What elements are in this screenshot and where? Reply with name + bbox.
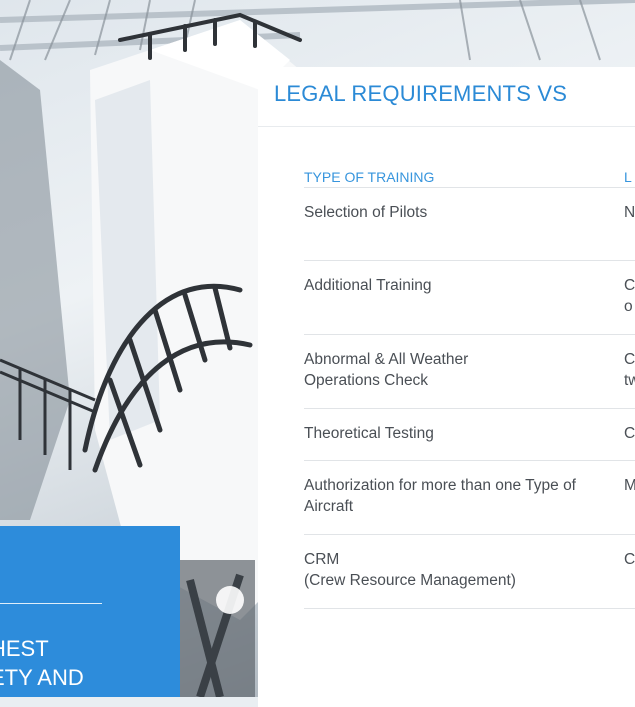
card-divider bbox=[0, 603, 102, 604]
row-value: C tw bbox=[624, 351, 635, 389]
table-row: Abnormal & All Weather Operations Check … bbox=[304, 335, 635, 409]
divider bbox=[258, 126, 635, 127]
row-value: N bbox=[624, 204, 635, 221]
column-header-type: TYPE OF TRAINING bbox=[304, 169, 435, 185]
row-type: Authorization for more than one Type of … bbox=[304, 477, 576, 515]
table-row: Selection of Pilots N bbox=[304, 188, 635, 261]
row-value: C o bbox=[624, 277, 635, 315]
table-row: Authorization for more than one Type of … bbox=[304, 461, 635, 535]
row-type: Theoretical Testing bbox=[304, 425, 434, 442]
table-row: CRM (Crew Resource Management) C bbox=[304, 535, 635, 609]
row-type: Selection of Pilots bbox=[304, 204, 428, 221]
row-value: C bbox=[624, 425, 635, 442]
row-value: C bbox=[624, 551, 635, 568]
table-row: Additional Training C o bbox=[304, 261, 635, 335]
legal-requirements-panel: LEGAL REQUIREMENTS VS TYPE OF TRAINING L… bbox=[258, 67, 635, 707]
table-row: Theoretical Testing C bbox=[304, 409, 635, 461]
row-type: Additional Training bbox=[304, 277, 432, 294]
card-text: HEST ETY AND bbox=[0, 636, 84, 690]
column-header-legal: L bbox=[624, 169, 632, 185]
panel-title: LEGAL REQUIREMENTS VS bbox=[274, 81, 568, 106]
row-type: Abnormal & All Weather Operations Check bbox=[304, 351, 469, 389]
training-table: TYPE OF TRAINING L Selection of Pilots N… bbox=[304, 157, 635, 609]
row-type: CRM (Crew Resource Management) bbox=[304, 551, 516, 589]
promo-card: HEST ETY AND bbox=[0, 526, 180, 697]
table-header: TYPE OF TRAINING L bbox=[304, 157, 635, 188]
row-value: M bbox=[624, 477, 635, 494]
